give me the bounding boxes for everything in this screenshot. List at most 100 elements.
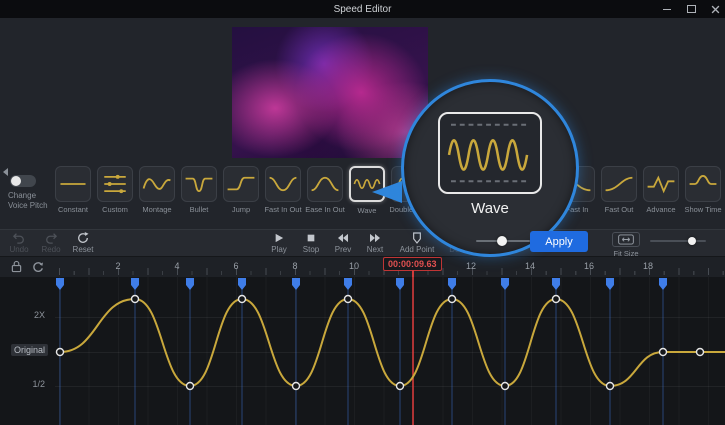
current-time-display: 00:00:09.63 — [383, 257, 442, 271]
speed-slider-knob[interactable] — [497, 236, 507, 246]
keyframe-pin[interactable] — [606, 278, 614, 290]
reset-view-icon[interactable] — [30, 259, 46, 274]
curve-point[interactable] — [239, 296, 246, 303]
keyframe-pin[interactable] — [238, 278, 246, 290]
preset-ease-in-out[interactable]: Ease In Out — [307, 166, 343, 202]
window-controls — [661, 0, 721, 18]
keyframe-pin[interactable] — [56, 278, 64, 290]
speed-axis-label: 2X — [0, 310, 48, 320]
curve-point[interactable] — [345, 296, 352, 303]
keyframe-pin[interactable] — [131, 278, 139, 290]
keyframe-pin[interactable] — [448, 278, 456, 290]
callout-pointer — [372, 181, 402, 203]
preset-curve-icon — [98, 167, 132, 201]
callout-wave-tile — [438, 112, 542, 194]
preset-bullet[interactable]: Bullet — [181, 166, 217, 202]
play-icon — [274, 231, 284, 244]
preset-label: Show Time — [673, 205, 725, 214]
speed-editor-window: Speed Editor Change Voice Pitch Constant… — [0, 0, 725, 425]
curve-point[interactable] — [502, 383, 509, 390]
ruler-label: 16 — [584, 261, 594, 271]
ruler-label: 14 — [525, 261, 535, 271]
speed-axis-label: 1/2 — [0, 379, 48, 389]
history-controls: Undo Redo Reset — [6, 231, 96, 254]
speed-axis-label: Original — [0, 345, 48, 355]
ruler-label: 8 — [292, 261, 297, 271]
preset-constant[interactable]: Constant — [55, 166, 91, 202]
stop-icon — [306, 231, 316, 244]
ruler-label: 10 — [349, 261, 359, 271]
stop-button[interactable]: Stop — [298, 231, 324, 254]
preset-montage[interactable]: Montage — [139, 166, 175, 202]
curve-point[interactable] — [57, 349, 64, 356]
preset-curve-icon — [644, 167, 678, 201]
keyframe-pin[interactable] — [186, 278, 194, 290]
preset-advance[interactable]: Advance — [643, 166, 679, 202]
preset-curve-icon — [56, 167, 90, 201]
zoom-slider-knob[interactable] — [688, 237, 696, 245]
play-button[interactable]: Play — [266, 231, 292, 254]
reset-button[interactable]: Reset — [70, 231, 96, 254]
fit-size-button[interactable] — [612, 232, 640, 247]
prev-button[interactable]: Prev — [330, 231, 356, 254]
ruler-label: 2 — [115, 261, 120, 271]
undo-button[interactable]: Undo — [6, 231, 32, 254]
curve-point[interactable] — [697, 349, 704, 356]
apply-button[interactable]: Apply — [530, 231, 588, 252]
title-bar: Speed Editor — [0, 0, 725, 18]
close-icon[interactable] — [709, 3, 721, 15]
speed-preset-row: ConstantCustomMontageBulletJumpFast In O… — [0, 166, 725, 216]
curve-point[interactable] — [187, 383, 194, 390]
speed-slider[interactable] — [476, 240, 530, 242]
ruler-label: 12 — [466, 261, 476, 271]
keyframe-pin[interactable] — [659, 278, 667, 290]
minimize-icon[interactable] — [661, 3, 673, 15]
redo-button[interactable]: Redo — [38, 231, 64, 254]
zoom-slider[interactable] — [650, 240, 706, 242]
timeline-ruler[interactable]: 2 4 6 8 10 12 14 16 18 — [0, 256, 725, 277]
curve-point[interactable] — [553, 296, 560, 303]
next-button[interactable]: Next — [362, 231, 388, 254]
callout-wave-curve — [449, 140, 527, 169]
fit-size-icon — [617, 234, 635, 245]
keyframe-pin[interactable] — [552, 278, 560, 290]
curve-point[interactable] — [293, 383, 300, 390]
preset-curve-icon — [686, 167, 720, 201]
preset-curve-icon — [602, 167, 636, 201]
curve-point[interactable] — [660, 349, 667, 356]
prev-icon — [337, 231, 349, 244]
callout-label: Wave — [404, 200, 576, 217]
keyframe-pin[interactable] — [292, 278, 300, 290]
window-title: Speed Editor — [334, 4, 392, 15]
preset-curve-icon — [266, 167, 300, 201]
add-point-icon — [412, 231, 422, 244]
redo-icon — [44, 231, 58, 244]
keyframe-pin[interactable] — [396, 278, 404, 290]
lock-icon[interactable] — [8, 259, 24, 274]
preset-curve-icon — [140, 167, 174, 201]
curve-point[interactable] — [132, 296, 139, 303]
preset-curve-icon — [308, 167, 342, 201]
keyframe-pin[interactable] — [344, 278, 352, 290]
speed-curve — [60, 299, 725, 386]
ruler-label: 6 — [233, 261, 238, 271]
keyframe-pin[interactable] — [501, 278, 509, 290]
preset-show-time[interactable]: Show Time — [685, 166, 721, 202]
preset-fast-out[interactable]: Fast Out — [601, 166, 637, 202]
ruler-label: 18 — [643, 261, 653, 271]
maximize-icon[interactable] — [685, 3, 697, 15]
reset-icon — [77, 231, 89, 244]
next-icon — [369, 231, 381, 244]
ruler-label: 4 — [174, 261, 179, 271]
preset-fast-in-out[interactable]: Fast In Out — [265, 166, 301, 202]
preset-custom[interactable]: Custom — [97, 166, 133, 202]
preset-curve-icon — [182, 167, 216, 201]
preset-jump[interactable]: Jump — [223, 166, 259, 202]
curve-canvas — [0, 276, 725, 425]
speed-curve-editor[interactable] — [0, 276, 725, 425]
curve-point[interactable] — [607, 383, 614, 390]
preset-curve-icon — [224, 167, 258, 201]
undo-icon — [12, 231, 26, 244]
curve-point[interactable] — [449, 296, 456, 303]
curve-point[interactable] — [397, 383, 404, 390]
